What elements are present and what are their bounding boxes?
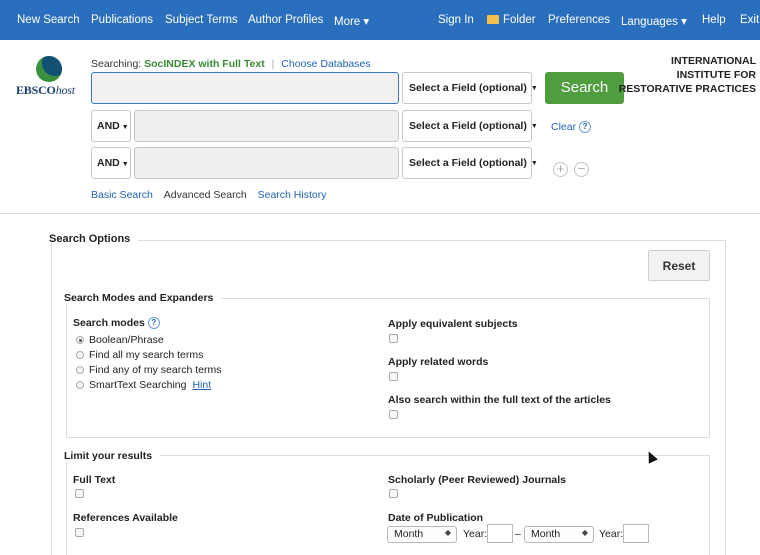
year-from-label: Year:: [463, 528, 488, 540]
help-icon[interactable]: ?: [579, 121, 592, 133]
modes-expanders-title: Search Modes and Expanders: [64, 292, 222, 304]
basic-search-link[interactable]: Basic Search: [91, 189, 153, 201]
year-to-label: Year:: [599, 528, 624, 540]
field-select-3[interactable]: Select a Field (optional) ▼: [402, 147, 538, 179]
radio-button[interactable]: [76, 381, 84, 389]
scholarly-checkbox[interactable]: [389, 489, 398, 498]
year-to-input[interactable]: [623, 524, 649, 543]
hint-link[interactable]: Hint: [192, 379, 211, 391]
apply-related-label: Apply related words: [388, 356, 489, 368]
ebscohost-logo[interactable]: EBSCOhost: [14, 56, 84, 106]
field-select-1[interactable]: Select a Field (optional) ▼: [402, 72, 538, 104]
year-from-input[interactable]: [487, 524, 513, 543]
operator-select-3[interactable]: AND ▼: [91, 147, 131, 179]
nav-more-menu[interactable]: More ▾: [334, 14, 369, 28]
date-range-dash: –: [515, 528, 521, 540]
mode-option-all-terms[interactable]: Find all my search terms: [76, 349, 203, 361]
remove-row-icon[interactable]: −: [574, 162, 589, 177]
help-icon[interactable]: ?: [147, 317, 160, 329]
search-options-title: Search Options: [49, 233, 131, 245]
references-checkbox[interactable]: [75, 528, 84, 537]
month-to-select[interactable]: Month ◆: [524, 526, 594, 543]
nav-help[interactable]: Help: [702, 14, 726, 26]
current-database: SocINDEX with Full Text: [144, 58, 265, 70]
mode-option-boolean[interactable]: Boolean/Phrase: [76, 334, 164, 346]
month-from-select[interactable]: Month ◆: [387, 526, 457, 543]
field-select-2[interactable]: Select a Field (optional) ▼: [402, 110, 538, 142]
divider: [0, 213, 760, 214]
choose-databases-link[interactable]: Choose Databases: [281, 58, 370, 70]
apply-equivalent-checkbox[interactable]: [389, 334, 398, 343]
radio-button[interactable]: [76, 366, 84, 374]
search-modes-label: Search modes?: [73, 317, 160, 329]
ebsco-logo-icon: [36, 56, 62, 82]
nav-preferences[interactable]: Preferences: [548, 14, 610, 26]
top-navigation-bar: New Search Publications Subject Terms Au…: [0, 0, 760, 40]
nav-languages-menu[interactable]: Languages ▾: [621, 14, 687, 28]
search-input-3[interactable]: [134, 147, 399, 179]
scholarly-label: Scholarly (Peer Reviewed) Journals: [388, 474, 566, 486]
references-label: References Available: [73, 512, 178, 524]
limit-results-title: Limit your results: [64, 450, 161, 462]
apply-related-checkbox[interactable]: [389, 372, 398, 381]
search-mode-links: Basic Search Advanced Search Search Hist…: [91, 189, 326, 201]
also-fulltext-label: Also search within the full text of the …: [388, 394, 611, 406]
institution-name: INTERNATIONAL INSTITUTE FOR RESTORATIVE …: [618, 55, 756, 95]
search-input-2[interactable]: [134, 110, 399, 142]
radio-button[interactable]: [76, 351, 84, 359]
operator-select-2[interactable]: AND ▼: [91, 110, 131, 142]
search-input-1[interactable]: [91, 72, 399, 104]
search-history-link[interactable]: Search History: [258, 189, 327, 201]
search-button[interactable]: Search: [545, 72, 624, 104]
nav-subject-terms[interactable]: Subject Terms: [165, 14, 238, 26]
full-text-checkbox[interactable]: [75, 489, 84, 498]
folder-icon: [487, 15, 499, 24]
full-text-label: Full Text: [73, 474, 116, 486]
radio-button[interactable]: [76, 336, 84, 344]
nav-new-search[interactable]: New Search: [17, 14, 80, 26]
nav-exit[interactable]: Exit: [740, 14, 759, 26]
apply-equivalent-label: Apply equivalent subjects: [388, 318, 518, 330]
nav-publications[interactable]: Publications: [91, 14, 153, 26]
nav-sign-in[interactable]: Sign In: [438, 14, 474, 26]
clear-link[interactable]: Clear?: [551, 121, 592, 133]
mode-option-smarttext[interactable]: SmartText Searching Hint: [76, 379, 211, 391]
date-publication-label: Date of Publication: [388, 512, 484, 524]
reset-button[interactable]: Reset: [648, 250, 710, 281]
nav-author-profiles[interactable]: Author Profiles: [248, 14, 323, 26]
mode-option-any-terms[interactable]: Find any of my search terms: [76, 364, 221, 376]
searching-databases: Searching: SocINDEX with Full Text | Cho…: [91, 58, 371, 70]
advanced-search-current: Advanced Search: [163, 189, 247, 201]
also-fulltext-checkbox[interactable]: [389, 410, 398, 419]
nav-folder[interactable]: Folder: [487, 14, 536, 26]
add-row-icon[interactable]: +: [553, 162, 568, 177]
